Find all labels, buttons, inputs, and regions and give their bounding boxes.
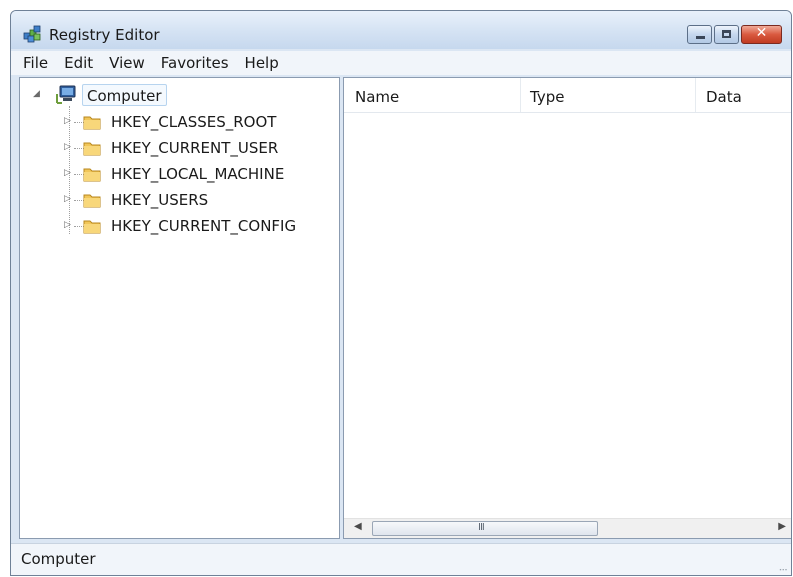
menu-bar: File Edit View Favorites Help [11, 51, 791, 75]
menu-file[interactable]: File [17, 54, 54, 72]
collapse-arrow-icon[interactable]: ◢ [33, 89, 40, 99]
tree-item-hkey-current-user[interactable]: HKEY_CURRENT_USER [111, 138, 278, 158]
status-path: Computer [21, 550, 96, 568]
minimize-button[interactable] [687, 25, 712, 44]
tree-pane[interactable]: ◢ Computer ▷ HKEY_CLASSES_ROOT ▷ HKEY_CU… [19, 77, 340, 539]
caption-buttons: ✕ [687, 25, 782, 45]
maximize-icon [722, 30, 731, 38]
menu-edit[interactable]: Edit [58, 54, 99, 72]
menu-favorites[interactable]: Favorites [155, 54, 235, 72]
resize-grip-icon[interactable]: ⠠⠤ [776, 564, 788, 574]
scroll-right-icon[interactable]: ▶ [778, 521, 786, 532]
maximize-button[interactable] [714, 25, 739, 44]
values-pane[interactable]: Name Type Data ◀ III ▶ [343, 77, 791, 539]
status-bar: Computer ⠠⠤ [11, 543, 791, 575]
column-divider[interactable] [695, 78, 696, 112]
scrollbar-thumb[interactable]: III [372, 521, 598, 536]
window-title: Registry Editor [49, 26, 160, 44]
expand-arrow-icon[interactable]: ▷ [64, 168, 71, 178]
tree-item-hkey-classes-root[interactable]: HKEY_CLASSES_ROOT [111, 112, 276, 132]
column-header-data[interactable]: Data [706, 88, 742, 106]
title-bar[interactable]: Registry Editor ✕ [11, 11, 791, 49]
expand-arrow-icon[interactable]: ▷ [64, 220, 71, 230]
folder-icon [83, 142, 101, 156]
tree-item-hkey-users[interactable]: HKEY_USERS [111, 190, 208, 210]
computer-icon [56, 85, 76, 104]
column-divider[interactable] [520, 78, 521, 112]
tree-item-hkey-local-machine[interactable]: HKEY_LOCAL_MACHINE [111, 164, 284, 184]
tree-item-label: Computer [87, 87, 162, 105]
registry-editor-icon [23, 25, 41, 43]
folder-icon [83, 220, 101, 234]
menu-view[interactable]: View [103, 54, 151, 72]
close-icon: ✕ [755, 25, 768, 41]
column-header-type[interactable]: Type [530, 88, 564, 106]
scroll-left-icon[interactable]: ◀ [354, 521, 362, 532]
menu-help[interactable]: Help [239, 54, 285, 72]
folder-icon [83, 194, 101, 208]
tree-item-computer[interactable]: Computer [82, 84, 167, 106]
column-header-name[interactable]: Name [355, 88, 399, 106]
scrollbar-grip: III [478, 522, 485, 533]
expand-arrow-icon[interactable]: ▷ [64, 142, 71, 152]
expand-arrow-icon[interactable]: ▷ [64, 194, 71, 204]
expand-arrow-icon[interactable]: ▷ [64, 116, 71, 126]
folder-icon [83, 168, 101, 182]
folder-icon [83, 116, 101, 130]
close-button[interactable]: ✕ [741, 25, 782, 44]
list-header: Name Type Data [344, 78, 791, 113]
horizontal-scrollbar[interactable]: ◀ III ▶ [344, 518, 791, 538]
minimize-icon [696, 36, 705, 39]
registry-editor-window: Registry Editor ✕ File Edit View Favorit… [10, 10, 792, 576]
tree-item-hkey-current-config[interactable]: HKEY_CURRENT_CONFIG [111, 216, 296, 236]
